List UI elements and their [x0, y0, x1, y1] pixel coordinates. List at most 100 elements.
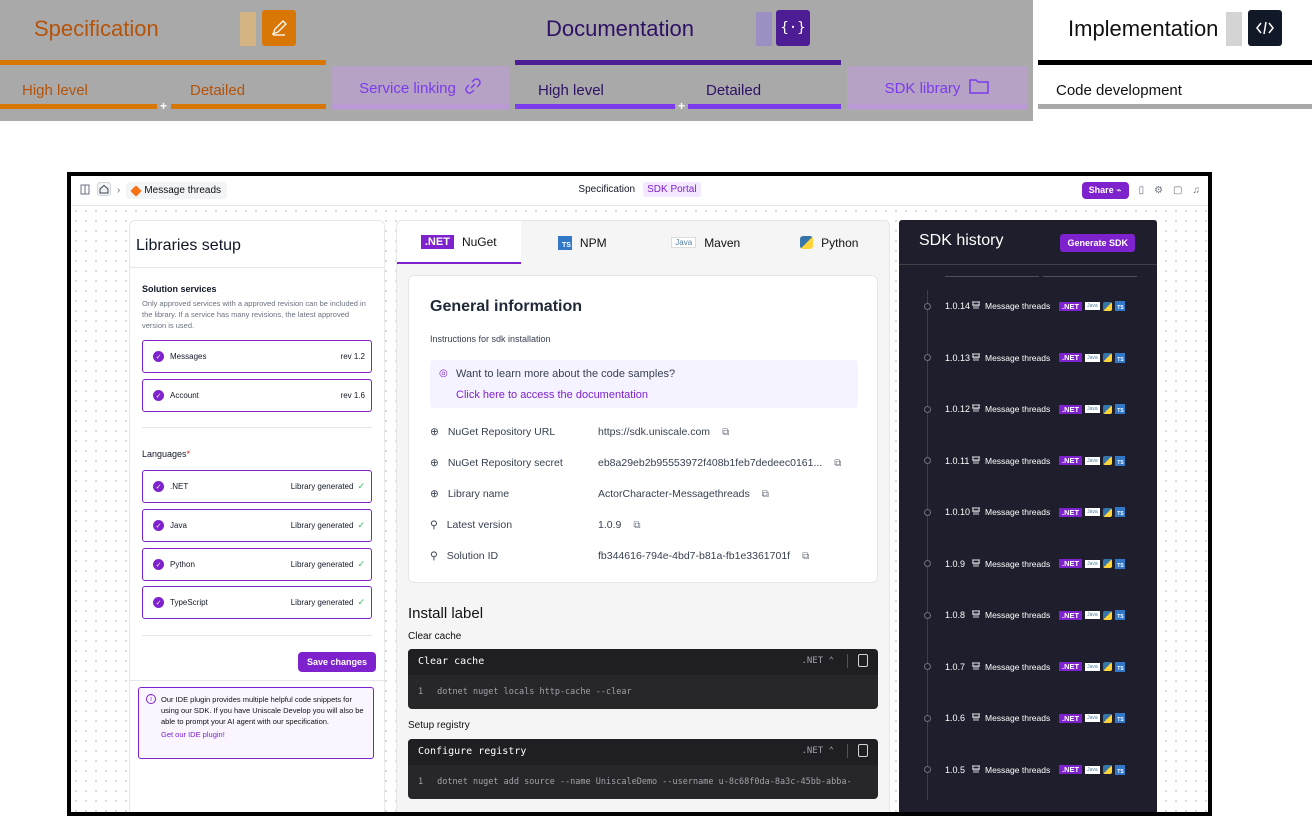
service-ref: Message threads: [971, 712, 1050, 724]
field-value-text: https://sdk.uniscale.com: [598, 426, 711, 438]
version-number: 1.0.7: [945, 661, 966, 672]
checkbox-checked-icon[interactable]: ✓: [153, 390, 164, 401]
version-number: 1.0.11: [945, 455, 970, 466]
version-row[interactable]: 1.0.5 Message threads .NET Java TS: [899, 750, 1157, 790]
python-icon: [1102, 507, 1112, 517]
java-icon: Java: [1085, 611, 1100, 619]
library-status-label: Library generated: [290, 521, 354, 530]
code-block-configure-registry: Configure registry .NET ⌃ 1 dotnet nuget …: [408, 739, 878, 799]
copy-icon[interactable]: ⧉: [762, 489, 769, 500]
library-status: Library generated ✓: [291, 559, 365, 570]
python-icon: [1102, 610, 1112, 620]
service-name: Message threads: [985, 455, 1051, 466]
comment-icon[interactable]: ▢: [1173, 185, 1182, 196]
dotnet-icon: .NET: [1059, 559, 1083, 568]
version-row[interactable]: 1.0.7 Message threads .NET Java TS: [899, 647, 1157, 687]
dotnet-icon: .NET: [1059, 456, 1083, 465]
book-icon[interactable]: ▯: [1139, 185, 1145, 196]
share-button[interactable]: Share ⌁: [1081, 182, 1129, 199]
check-icon: ✓: [357, 481, 365, 491]
field-key: ⚲ Latest version: [430, 519, 598, 531]
version-row[interactable]: 1.0.8 Message threads .NET Java TS: [899, 595, 1157, 635]
code-language-select[interactable]: .NET ⌃: [801, 656, 834, 666]
language-name: Java: [170, 521, 187, 530]
tab-python[interactable]: Python: [768, 221, 890, 264]
copy-icon[interactable]: ⧉: [834, 458, 841, 469]
divider: [142, 427, 372, 428]
libraries-title: Libraries setup: [136, 237, 241, 254]
tab-npm[interactable]: TS NPM: [521, 221, 645, 264]
field-label: Library name: [447, 488, 510, 500]
code-title: Clear cache: [418, 656, 485, 667]
checkbox-checked-icon[interactable]: ✓: [153, 351, 164, 362]
dotnet-icon: .NET: [1059, 507, 1083, 517]
copy-icon[interactable]: ⧉: [633, 520, 640, 531]
globe-icon: ⊕: [430, 488, 439, 500]
solution-services-description: Only approved services with a approved r…: [142, 299, 366, 330]
nav-specification[interactable]: Specification: [578, 184, 635, 195]
language-row-java[interactable]: ✓ Java Library generated ✓: [142, 509, 372, 542]
field-key: ⊕ NuGet Repository secret: [430, 457, 598, 469]
copy-icon[interactable]: ⧉: [722, 427, 729, 438]
generate-sdk-button[interactable]: Generate SDK: [1060, 234, 1135, 252]
checkbox-checked-icon[interactable]: ✓: [153, 481, 164, 492]
service-name: Message threads: [985, 352, 1051, 363]
python-icon: [1102, 456, 1112, 465]
nav-sdk-portal[interactable]: SDK Portal: [643, 182, 701, 197]
appbar-right: Share ⌁ ▯ ⚙ ▢ ♫: [1081, 182, 1201, 199]
service-name: Message threads: [985, 661, 1051, 672]
code-header: Clear cache .NET ⌃: [408, 649, 878, 675]
service-row-messages[interactable]: ✓ Messages rev 1.2: [142, 340, 372, 373]
field-value-text: fb344616-794e-4bd7-b81a-fb1e3361701f: [598, 550, 791, 562]
bell-icon[interactable]: ♫: [1193, 185, 1201, 196]
typescript-icon: TS: [1114, 610, 1125, 620]
field-value-text: ActorCharacter-Messagethreads: [598, 488, 750, 500]
gear-icon[interactable]: ⚙: [1154, 185, 1163, 196]
dotnet-icon: .NET: [1059, 353, 1083, 362]
code-block-clear-cache: Clear cache .NET ⌃ 1 dotnet nuget locals …: [408, 649, 878, 709]
doc-detailed: Detailed: [706, 82, 762, 99]
learn-more-callout: ◎ Want to learn more about the code samp…: [430, 360, 858, 408]
service-ref: Message threads: [971, 506, 1050, 518]
timeline-dot: [924, 457, 931, 464]
code-language-select[interactable]: .NET ⌃: [801, 746, 834, 756]
version-row[interactable]: 1.0.12 Message threads .NET Java TS: [899, 389, 1157, 429]
sdk-details-panel: .NET NuGet TS NPM Java Maven Python Gene…: [396, 220, 890, 812]
link-icon: [464, 77, 482, 99]
service-row-account[interactable]: ✓ Account rev 1.6: [142, 379, 372, 412]
field-value: ActorCharacter-Messagethreads ⧉: [598, 488, 769, 500]
typescript-icon: TS: [1114, 764, 1125, 775]
checkbox-checked-icon[interactable]: ✓: [153, 559, 164, 570]
tab-nuget[interactable]: .NET NuGet: [397, 221, 521, 264]
copy-icon[interactable]: ⧉: [802, 551, 809, 562]
language-badges: .NET Java TS: [1059, 352, 1125, 363]
library-status-label: Library generated: [290, 560, 354, 569]
version-row[interactable]: 1.0.14 Message threads .NET Java TS: [899, 286, 1157, 326]
version-row[interactable]: 1.0.11 Message threads .NET Java TS: [899, 441, 1157, 481]
checkbox-checked-icon[interactable]: ✓: [153, 597, 164, 608]
save-changes-button[interactable]: Save changes: [297, 652, 376, 672]
version-row[interactable]: 1.0.9 Message threads .NET Java TS: [899, 544, 1157, 584]
version-row[interactable]: 1.0.13 Message threads .NET Java TS: [899, 338, 1157, 378]
timeline-dot: [924, 663, 931, 670]
version-row[interactable]: 1.0.10 Message threads .NET Java TS: [899, 492, 1157, 532]
divider: [142, 635, 372, 636]
checkbox-checked-icon[interactable]: ✓: [153, 520, 164, 531]
documentation-link[interactable]: Click here to access the documentation: [456, 389, 648, 401]
service-ref: Message threads: [971, 558, 1050, 570]
clipboard-icon[interactable]: [858, 654, 868, 667]
version-number: 1.0.10: [945, 507, 971, 517]
language-row-dotnet[interactable]: ✓ .NET Library generated ✓: [142, 470, 372, 503]
version-row[interactable]: 1.0.6 Message threads .NET Java TS: [899, 698, 1157, 738]
language-row-typescript[interactable]: ✓ TypeScript Library generated ✓: [142, 586, 372, 619]
clipboard-icon[interactable]: [858, 744, 868, 757]
plugin-link[interactable]: Get our IDE plugin!: [161, 729, 365, 740]
language-badges: .NET Java TS: [1059, 558, 1125, 569]
language-row-python[interactable]: ✓ Python Library generated ✓: [142, 548, 372, 581]
version-number: 1.0.14: [945, 301, 971, 311]
general-information-title: General information: [430, 298, 583, 315]
service-name: Message threads: [985, 507, 1051, 517]
tab-maven[interactable]: Java Maven: [644, 221, 768, 264]
version-number: 1.0.9: [945, 558, 966, 569]
service-ref: Message threads: [971, 609, 1050, 621]
